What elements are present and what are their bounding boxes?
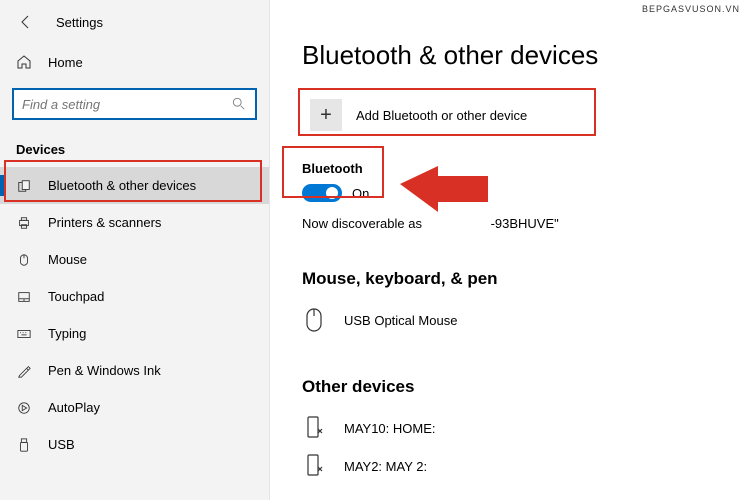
sidebar-item-bluetooth[interactable]: Bluetooth & other devices xyxy=(0,167,269,204)
keyboard-icon xyxy=(16,327,32,341)
search-input[interactable] xyxy=(14,97,223,112)
plus-icon: + xyxy=(310,99,342,131)
sidebar-item-label: Mouse xyxy=(48,252,87,267)
devices-section-title: Devices xyxy=(0,136,269,167)
sidebar-item-label: Typing xyxy=(48,326,86,341)
touchpad-icon xyxy=(16,290,32,304)
autoplay-icon xyxy=(16,401,32,415)
sidebar-item-label: Printers & scanners xyxy=(48,215,161,230)
app-title: Settings xyxy=(56,15,103,30)
mouse-section-title: Mouse, keyboard, & pen xyxy=(302,269,710,289)
device-row-mouse[interactable]: USB Optical Mouse xyxy=(302,301,710,339)
search-icon xyxy=(223,97,255,111)
phone-device-icon xyxy=(302,453,326,479)
device-label: USB Optical Mouse xyxy=(344,313,457,328)
sidebar-item-label: AutoPlay xyxy=(48,400,100,415)
toggle-state-text: On xyxy=(352,186,369,201)
page-title: Bluetooth & other devices xyxy=(302,40,710,71)
device-label: MAY10: HOME: xyxy=(344,421,436,436)
add-device-label: Add Bluetooth or other device xyxy=(356,108,527,123)
discoverable-text: Now discoverable as -93BHUVE" xyxy=(302,216,710,231)
search-box[interactable] xyxy=(12,88,257,120)
bluetooth-icon xyxy=(16,179,32,193)
device-row-other[interactable]: MAY10: HOME: xyxy=(302,409,710,447)
sidebar-item-mouse[interactable]: Mouse xyxy=(0,241,269,278)
phone-device-icon xyxy=(302,415,326,441)
bluetooth-label: Bluetooth xyxy=(302,161,710,176)
home-nav[interactable]: Home xyxy=(0,44,269,80)
sidebar-item-label: USB xyxy=(48,437,75,452)
printer-icon xyxy=(16,216,32,230)
sidebar-item-autoplay[interactable]: AutoPlay xyxy=(0,389,269,426)
watermark: BEPGASVUSON.VN xyxy=(642,4,740,14)
mouse-device-icon xyxy=(302,307,326,333)
sidebar-item-printers[interactable]: Printers & scanners xyxy=(0,204,269,241)
device-label: MAY2: MAY 2: xyxy=(344,459,427,474)
sidebar-item-touchpad[interactable]: Touchpad xyxy=(0,278,269,315)
home-label: Home xyxy=(48,55,83,70)
device-row-other[interactable]: MAY2: MAY 2: xyxy=(302,447,710,485)
back-button[interactable] xyxy=(16,12,36,32)
mouse-icon xyxy=(16,253,32,267)
sidebar-item-typing[interactable]: Typing xyxy=(0,315,269,352)
add-device-button[interactable]: + Add Bluetooth or other device xyxy=(302,91,592,139)
usb-icon xyxy=(16,438,32,452)
sidebar-item-label: Bluetooth & other devices xyxy=(48,178,196,193)
other-section-title: Other devices xyxy=(302,377,710,397)
sidebar-item-pen[interactable]: Pen & Windows Ink xyxy=(0,352,269,389)
home-icon xyxy=(16,54,32,70)
pen-icon xyxy=(16,364,32,378)
sidebar-item-label: Touchpad xyxy=(48,289,104,304)
sidebar-item-label: Pen & Windows Ink xyxy=(48,363,161,378)
sidebar-item-usb[interactable]: USB xyxy=(0,426,269,463)
bluetooth-toggle[interactable] xyxy=(302,184,342,202)
